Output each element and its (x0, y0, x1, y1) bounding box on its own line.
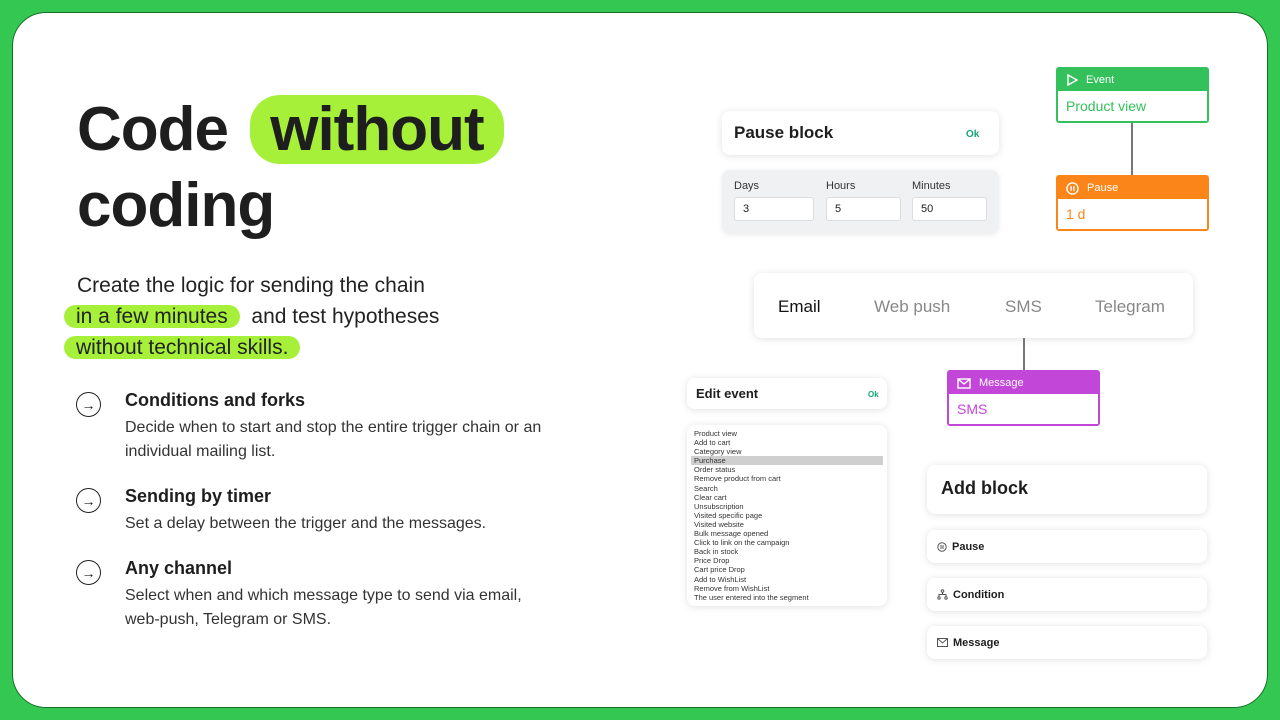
event-list[interactable]: Product view Add to cart Category view Purc… (687, 425, 887, 606)
days-input[interactable]: 3 (734, 197, 814, 221)
event-option[interactable]: Click to link on the campaign (691, 538, 883, 547)
node-label: Pause (1087, 182, 1119, 194)
mail-icon (957, 377, 971, 389)
feature-desc: Decide when to start and stop the entire… (125, 419, 542, 460)
tab-telegram[interactable]: Telegram (1095, 297, 1165, 317)
add-block-header: Add block (927, 465, 1207, 514)
play-icon (1067, 74, 1078, 86)
pause-icon (1066, 181, 1079, 195)
event-option[interactable]: Bulk message opened (691, 529, 883, 538)
feature-title: Any channel (125, 558, 233, 578)
tab-web-push[interactable]: Web push (874, 297, 950, 317)
node-value: Product view (1058, 91, 1207, 121)
connector (1131, 120, 1133, 176)
node-value: SMS (949, 394, 1098, 424)
headline: Code without coding (77, 92, 504, 244)
event-option[interactable]: Visited website (691, 520, 883, 529)
arrow-right-circle-icon: → (76, 488, 101, 513)
event-option[interactable]: Search (691, 484, 883, 493)
connector (1023, 338, 1025, 370)
node-label: Event (1086, 74, 1115, 86)
lead-line: Create the logic for sending the chain (77, 274, 425, 297)
arrow-right-circle-icon: → (76, 392, 101, 417)
event-option[interactable]: Unsubscription (691, 502, 883, 511)
arrow-right-circle-icon: → (76, 560, 101, 585)
option-label: Message (953, 636, 1000, 649)
pause-block-title: Pause block (734, 123, 834, 142)
event-node[interactable]: Event Product view (1056, 67, 1209, 123)
add-condition-option[interactable]: Condition (927, 578, 1207, 611)
tab-sms[interactable]: SMS (1005, 297, 1042, 317)
event-option[interactable]: Category view (691, 447, 883, 456)
event-option[interactable]: The user entered into the segment (691, 593, 883, 602)
hours-label: Hours (826, 180, 856, 192)
add-pause-option[interactable]: Pause (927, 530, 1207, 563)
pause-block-header: Pause block Ok (722, 111, 999, 155)
ok-button[interactable]: Ok (868, 390, 879, 399)
days-label: Days (734, 180, 760, 192)
event-option[interactable]: Price Drop (691, 556, 883, 565)
feature-desc: Select when and which message type to se… (125, 587, 522, 628)
option-label: Condition (953, 588, 1005, 601)
hours-input[interactable]: 5 (826, 197, 901, 221)
pause-node[interactable]: Pause 1 d (1056, 175, 1209, 231)
feature-title: Conditions and forks (125, 390, 305, 410)
minutes-input[interactable]: 50 (912, 197, 987, 221)
pause-form: Days 3 Hours 5 Minutes 50 (722, 170, 999, 234)
minutes-label: Minutes (912, 180, 951, 192)
event-option[interactable]: Add to cart (691, 438, 883, 447)
node-label: Message (979, 377, 1024, 389)
event-option[interactable]: Visited specific page (691, 511, 883, 520)
fork-icon (937, 589, 948, 600)
event-option[interactable]: Add to WishList (691, 575, 883, 584)
channel-tabs: Email Web push SMS Telegram (754, 273, 1193, 338)
event-option[interactable]: Order status (691, 465, 883, 474)
feature-desc: Set a delay between the trigger and the … (125, 515, 487, 532)
lead-highlight: in a few minutes (64, 305, 240, 328)
tab-email[interactable]: Email (778, 297, 821, 317)
event-option[interactable]: Remove product from cart (691, 474, 883, 483)
event-option[interactable]: Remove from WishList (691, 584, 883, 593)
message-node[interactable]: Message SMS (947, 370, 1100, 426)
event-option[interactable]: Purchase (691, 456, 883, 466)
add-block-title: Add block (941, 478, 1029, 498)
event-option[interactable]: Back in stock (691, 547, 883, 556)
add-message-option[interactable]: Message (927, 626, 1207, 659)
lead-highlight: without technical skills. (64, 336, 301, 359)
mail-icon (937, 638, 948, 647)
event-option[interactable]: Product view (691, 429, 883, 438)
headline-word: coding (77, 171, 275, 240)
option-label: Pause (952, 540, 985, 553)
edit-event-title: Edit event (696, 386, 759, 401)
event-option[interactable]: Clear cart (691, 493, 883, 502)
node-value: 1 d (1058, 199, 1207, 229)
event-option[interactable]: Cart price Drop (691, 565, 883, 574)
headline-word: Code (77, 95, 229, 164)
headline-highlight: without (250, 95, 504, 164)
lead-text: Create the logic for sending the chain i… (64, 270, 557, 363)
edit-event-header: Edit event Ok (687, 378, 887, 409)
ok-button[interactable]: Ok (966, 129, 979, 140)
feature-title: Sending by timer (125, 486, 272, 506)
lead-line: and test hypotheses (251, 305, 440, 328)
pause-icon (937, 541, 947, 552)
